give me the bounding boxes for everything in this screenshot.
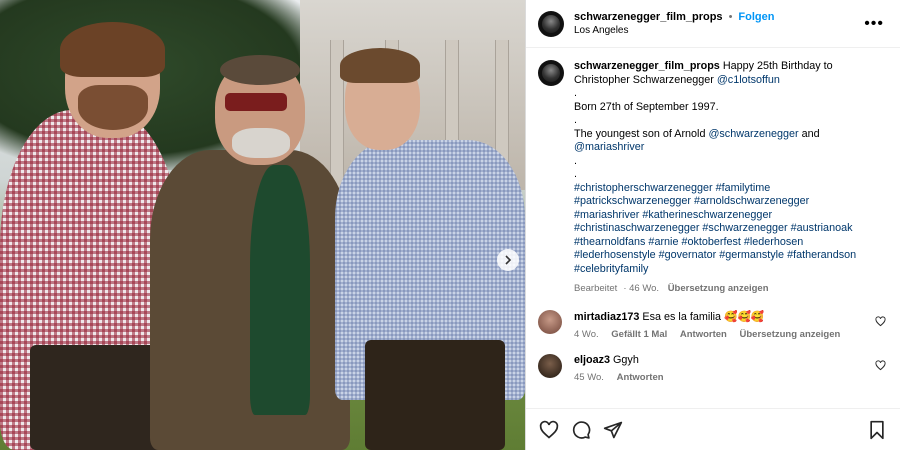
comment-item: eljoaz3 Ggyh 45 Wo. Antworten [538, 353, 888, 383]
heart-icon[interactable] [875, 315, 886, 330]
caption-youngest: The youngest son of Arnold [574, 127, 706, 140]
caption-username[interactable]: schwarzenegger_film_props [574, 60, 720, 72]
more-icon[interactable]: ••• [860, 15, 888, 33]
comment-meta: 45 Wo. Antworten [574, 372, 674, 383]
comment-time[interactable]: 45 Wo. [574, 372, 604, 383]
person-middle-hair [220, 55, 300, 85]
mention-link[interactable]: @schwarzenegger [708, 128, 798, 140]
comment-likes[interactable]: Gefällt 1 Mal [611, 329, 667, 340]
person-left-lederhosen [30, 345, 165, 450]
person-right-lederhosen [365, 340, 505, 450]
translate-button[interactable]: Übersetzung anzeigen [668, 283, 769, 294]
comment-meta: 4 Wo. Gefällt 1 Mal Antworten Übersetzun… [574, 329, 850, 340]
caption-name: Christopher Schwarzenegger [574, 73, 714, 86]
comment-icon[interactable] [570, 419, 592, 441]
post-view: schwarzenegger_film_props • Folgen Los A… [0, 0, 900, 450]
avatar-image [542, 64, 560, 82]
post-header: schwarzenegger_film_props • Folgen Los A… [526, 0, 900, 48]
avatar[interactable] [538, 60, 564, 86]
comment-text: Esa es la familia 🥰🥰🥰 [642, 310, 765, 323]
caption-meta: Bearbeitet · 46 Wo. Übersetzung anzeigen [574, 282, 856, 296]
mention-link[interactable]: @mariashriver [574, 141, 856, 155]
hashtag-line[interactable]: #lederhosenstyle #governator #germanstyl… [574, 249, 856, 263]
caption-line: The youngest son of Arnold @schwarzenegg… [574, 128, 856, 142]
comment-username[interactable]: mirtadiaz173 [574, 311, 639, 323]
caption-dot: . [574, 114, 577, 126]
caption-born: Born 27th of September 1997. [574, 100, 719, 113]
caption-and: and [801, 127, 820, 140]
header-meta: schwarzenegger_film_props • Folgen Los A… [574, 11, 860, 36]
avatar[interactable] [538, 10, 564, 37]
comment-time[interactable]: 4 Wo. [574, 329, 599, 340]
caption: schwarzenegger_film_props Happy 25th Bir… [538, 60, 888, 296]
caption-line: schwarzenegger_film_props Happy 25th Bir… [574, 60, 856, 74]
hashtag-line[interactable]: #patrickschwarzenegger #arnoldschwarzene… [574, 195, 856, 209]
reply-button[interactable]: Antworten [617, 372, 664, 383]
hashtag-line[interactable]: #christopherschwarzenegger #familytime [574, 182, 856, 196]
comment-line: mirtadiaz173 Esa es la familia 🥰🥰🥰 [574, 310, 850, 323]
hashtag-line[interactable]: #christinaschwarzenegger #schwarzenegger… [574, 222, 856, 236]
reply-button[interactable]: Antworten [680, 329, 727, 340]
caption-dot: . [574, 168, 577, 180]
person-left-hair [60, 22, 165, 77]
person-middle-shirt [250, 165, 310, 415]
bookmark-icon[interactable] [866, 419, 888, 441]
avatar[interactable] [538, 353, 562, 378]
chevron-right-icon[interactable] [497, 249, 519, 271]
edited-label: Bearbeitet [574, 283, 618, 294]
caption-greeting: Happy 25th Birthday to [722, 60, 833, 72]
caption-dot: . [574, 87, 577, 99]
mention-link[interactable]: @c1lotsoffun [717, 74, 780, 86]
comment-line: eljoaz3 Ggyh [574, 354, 674, 366]
avatar[interactable] [538, 309, 562, 334]
hashtag-line[interactable]: #celebrityfamily [574, 263, 856, 277]
person-left-beard [78, 85, 148, 130]
separator-dot: • [728, 11, 733, 23]
username-link[interactable]: schwarzenegger_film_props [574, 11, 723, 23]
comment-text: Ggyh [613, 353, 639, 366]
comment-body: eljoaz3 Ggyh 45 Wo. Antworten [574, 354, 674, 383]
caption-text: schwarzenegger_film_props Happy 25th Bir… [574, 60, 856, 296]
post-sidebar: schwarzenegger_film_props • Folgen Los A… [525, 0, 900, 450]
follow-button[interactable]: Folgen [738, 11, 774, 23]
location-link[interactable]: Los Angeles [574, 25, 860, 36]
action-bar [526, 408, 900, 450]
translate-button[interactable]: Übersetzung anzeigen [740, 329, 841, 340]
comments-area[interactable]: schwarzenegger_film_props Happy 25th Bir… [526, 48, 900, 408]
post-photo[interactable] [0, 0, 525, 450]
comment-item: mirtadiaz173 Esa es la familia 🥰🥰🥰 4 Wo.… [538, 309, 888, 340]
header-top: schwarzenegger_film_props • Folgen [574, 11, 860, 23]
heart-icon[interactable] [538, 419, 560, 441]
hashtag-line[interactable]: #mariashriver #katherineschwarzenegger [574, 209, 856, 223]
caption-line: Christopher Schwarzenegger @c1lotsoffun [574, 74, 856, 88]
comment-body: mirtadiaz173 Esa es la familia 🥰🥰🥰 4 Wo.… [574, 310, 850, 340]
share-icon[interactable] [602, 419, 624, 441]
hashtag-line[interactable]: #thearnoldfans #arnie #oktoberfest #lede… [574, 236, 856, 250]
comment-username[interactable]: eljoaz3 [574, 354, 610, 366]
caption-time[interactable]: · 46 Wo. [623, 283, 659, 294]
caption-dot: . [574, 154, 577, 167]
person-middle-beard [232, 128, 290, 158]
person-right-hair [340, 48, 420, 83]
person-middle-sunglasses [225, 93, 287, 111]
heart-icon[interactable] [875, 359, 886, 374]
avatar-image [542, 14, 560, 33]
